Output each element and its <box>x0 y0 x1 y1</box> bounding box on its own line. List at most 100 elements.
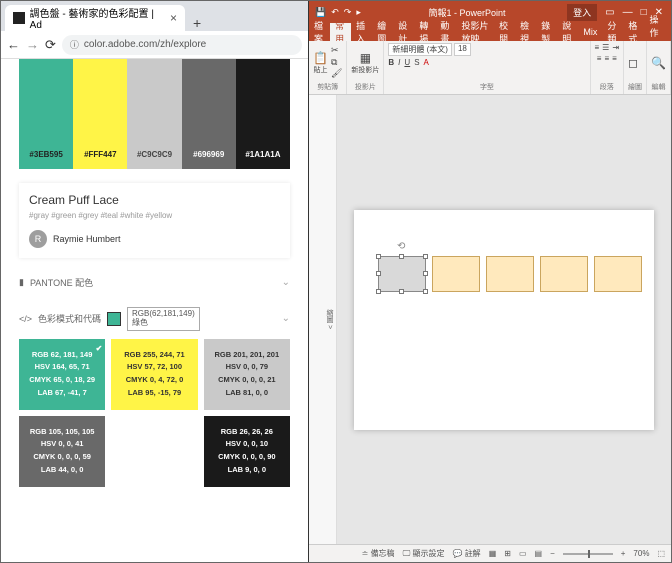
browser-tab[interactable]: 調色盤 - 藝術家的色彩配置 | Ad × <box>5 5 185 31</box>
address-bar: ← → ⟳ ⓘ color.adobe.com/zh/explore <box>1 31 308 59</box>
tab-record[interactable]: 錄製 <box>536 23 557 41</box>
forward-icon[interactable]: → <box>26 37 39 52</box>
comments-button[interactable]: 💬 註解 <box>453 548 481 559</box>
tab-transitions[interactable]: 轉場 <box>414 23 435 41</box>
resize-handle[interactable] <box>376 271 381 276</box>
numbering-button[interactable]: ☰ <box>602 43 609 52</box>
swatch[interactable]: #3EB595 <box>19 59 73 169</box>
code-section[interactable]: </> 色彩模式和代碼 RGB(62,181,149) 綠色 ⌄ <box>19 307 290 331</box>
author-row[interactable]: R Raymie Humbert <box>29 230 280 248</box>
tab-tellme[interactable]: 操作說 <box>644 23 671 41</box>
display-settings-button[interactable]: 🖵 顯示設定 <box>403 548 445 559</box>
cut-button[interactable]: ✂ <box>331 45 342 57</box>
copy-button[interactable]: ⧉ <box>331 57 342 69</box>
new-tab-button[interactable]: + <box>185 15 209 31</box>
color-value-box[interactable]: RGB 105, 105, 105 HSV 0, 0, 41 CMYK 0, 0… <box>19 416 105 487</box>
undo-icon[interactable]: ↶ <box>331 7 339 18</box>
resize-handle[interactable] <box>376 254 381 259</box>
color-value-box[interactable]: RGB 201, 201, 201 HSV 0, 0, 79 CMYK 0, 0… <box>204 339 290 410</box>
tab-format[interactable]: 格式 <box>623 23 644 41</box>
minimize-icon[interactable]: — <box>623 7 633 18</box>
resize-handle[interactable] <box>399 289 404 294</box>
zoom-out-button[interactable]: − <box>550 549 555 558</box>
zoom-in-button[interactable]: + <box>621 549 626 558</box>
back-icon[interactable]: ← <box>7 37 20 52</box>
find-icon[interactable]: 🔍 <box>651 56 666 70</box>
tab-help[interactable]: 說明 <box>557 23 578 41</box>
tab-view[interactable]: 檢視 <box>515 23 536 41</box>
normal-view-icon[interactable]: ▦ <box>489 549 497 558</box>
mini-swatch[interactable] <box>107 312 121 326</box>
tab-classify[interactable]: 分類 <box>602 23 623 41</box>
close-icon[interactable]: × <box>170 11 177 25</box>
reading-view-icon[interactable]: ▭ <box>519 549 527 558</box>
rgb-tooltip: RGB(62,181,149) 綠色 <box>127 307 200 331</box>
outline-pane[interactable]: 縮圖 > <box>309 95 337 544</box>
font-name-select[interactable]: 新細明體 (本文) <box>388 43 452 56</box>
save-icon[interactable]: 💾 <box>315 7 326 18</box>
tab-review[interactable]: 校閱 <box>494 23 515 41</box>
slide-area: 縮圖 > ⟲ <box>309 95 671 544</box>
swatch[interactable]: #C9C9C9 <box>127 59 181 169</box>
notes-button[interactable]: ≐ 備忘稿 <box>362 548 395 559</box>
paste-button[interactable]: 📋貼上 <box>313 51 328 75</box>
tab-draw[interactable]: 繪圖 <box>372 23 393 41</box>
reload-icon[interactable]: ⟳ <box>45 37 56 53</box>
indent-button[interactable]: ⇥ <box>612 43 619 52</box>
color-value-box[interactable]: RGB 255, 244, 71 HSV 57, 72, 100 CMYK 0,… <box>111 339 197 410</box>
zoom-level[interactable]: 70% <box>633 549 649 558</box>
slideshow-view-icon[interactable]: ▤ <box>535 549 543 558</box>
ribbon-options-icon[interactable]: ▭ <box>605 7 614 18</box>
document-title: 簡報1 - PowerPoint <box>367 6 567 19</box>
tab-file[interactable]: 檔案 <box>309 23 330 41</box>
format-painter-button[interactable]: 🖌 <box>331 68 342 80</box>
shape[interactable] <box>432 256 480 292</box>
bullets-button[interactable]: ≡ <box>595 43 600 52</box>
maximize-icon[interactable]: □ <box>641 7 647 18</box>
resize-handle[interactable] <box>376 289 381 294</box>
underline-button[interactable]: U <box>404 58 410 67</box>
slide-canvas[interactable]: ⟲ <box>337 95 671 544</box>
tab-mix[interactable]: Mix <box>578 23 602 41</box>
code-icon: </> <box>19 314 32 324</box>
sorter-view-icon[interactable]: ⊞ <box>504 549 511 558</box>
tab-animations[interactable]: 動畫 <box>435 23 456 41</box>
shapes-icon[interactable]: ◻ <box>628 56 638 70</box>
selected-shape[interactable]: ⟲ <box>378 256 426 292</box>
shape[interactable] <box>594 256 642 292</box>
sign-in-button[interactable]: 登入 <box>567 4 597 21</box>
resize-handle[interactable] <box>423 289 428 294</box>
align-center-button[interactable]: ≡ <box>604 54 609 63</box>
redo-icon[interactable]: ↷ <box>344 7 352 18</box>
tab-design[interactable]: 設計 <box>393 23 414 41</box>
bold-button[interactable]: B <box>388 58 394 67</box>
resize-handle[interactable] <box>423 271 428 276</box>
group-drawing: ◻ 繪圖 <box>624 41 647 94</box>
zoom-slider[interactable] <box>563 553 613 555</box>
resize-handle[interactable] <box>423 254 428 259</box>
shape[interactable] <box>540 256 588 292</box>
tab-slideshow[interactable]: 投影片放映 <box>456 23 494 41</box>
tab-insert[interactable]: 插入 <box>351 23 372 41</box>
strike-button[interactable]: S <box>414 58 419 67</box>
rotate-handle-icon[interactable]: ⟲ <box>397 241 405 252</box>
tab-home[interactable]: 常用 <box>330 23 351 41</box>
italic-button[interactable]: I <box>398 58 400 67</box>
align-left-button[interactable]: ≡ <box>597 54 602 63</box>
font-size-select[interactable]: 18 <box>454 43 471 56</box>
align-right-button[interactable]: ≡ <box>612 54 617 63</box>
font-color-button[interactable]: A <box>424 58 429 67</box>
page-content: #3EB595 #FFF447 #C9C9C9 #696969 #1A1A1A … <box>1 59 308 562</box>
swatch[interactable]: #FFF447 <box>73 59 127 169</box>
shape[interactable] <box>486 256 534 292</box>
color-value-box[interactable]: RGB 26, 26, 26 HSV 0, 0, 10 CMYK 0, 0, 0… <box>204 416 290 487</box>
url-input[interactable]: ⓘ color.adobe.com/zh/explore <box>62 35 302 55</box>
swatch[interactable]: #1A1A1A <box>236 59 290 169</box>
new-slide-button[interactable]: ▦新投影片 <box>351 51 379 75</box>
color-value-box[interactable]: ✔ RGB 62, 181, 149 HSV 164, 65, 71 CMYK … <box>19 339 105 410</box>
fit-window-icon[interactable]: ⬚ <box>657 549 665 558</box>
resize-handle[interactable] <box>399 254 404 259</box>
swatch[interactable]: #696969 <box>182 59 236 169</box>
start-icon[interactable]: ▸ <box>356 7 361 18</box>
pantone-section[interactable]: ▮ PANTONE 配色 ⌄ <box>19 276 290 289</box>
